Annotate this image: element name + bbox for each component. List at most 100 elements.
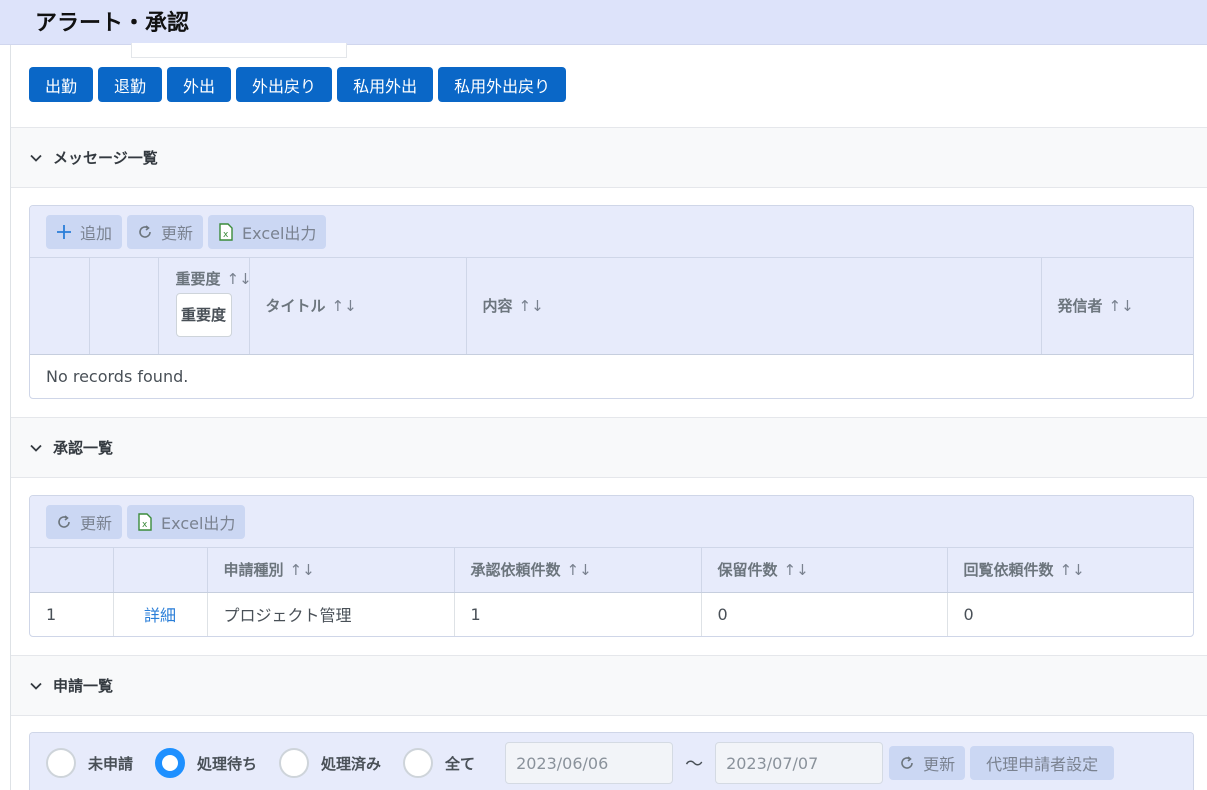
empty-message: No records found. (46, 366, 189, 386)
sort-icon[interactable]: ↑↓ (519, 297, 544, 315)
radio-all[interactable]: 全て (403, 748, 475, 778)
sort-icon[interactable]: ↑↓ (1060, 561, 1085, 579)
svg-text:x: x (223, 230, 229, 240)
sort-icon[interactable]: ↑↓ (290, 561, 315, 579)
refresh-icon (899, 755, 915, 771)
detail-column-header (113, 548, 208, 593)
radio-button[interactable] (279, 748, 310, 778)
detail-link[interactable]: 詳細 (113, 592, 208, 636)
proxy-settings-button[interactable]: 代理申請者設定 (970, 746, 1115, 780)
sort-icon[interactable]: ↑↓ (1109, 297, 1134, 315)
private-return-button[interactable]: 私用外出戻り (438, 67, 567, 102)
table-row: 1 詳細 プロジェクト管理 1 0 0 (30, 592, 1193, 636)
radio-label: 処理済み (321, 754, 382, 773)
refresh-icon (137, 224, 153, 240)
radio-processed[interactable]: 処理済み (279, 748, 381, 778)
sort-icon[interactable]: ↑↓ (227, 270, 252, 288)
approvals-section-header[interactable]: 承認一覧 (11, 417, 1207, 478)
title-header-label: タイトル (265, 297, 326, 316)
content-column-header[interactable]: 内容 ↑↓ (466, 258, 1042, 355)
add-button[interactable]: 追加 (46, 214, 123, 249)
radio-label: 未申請 (88, 754, 134, 773)
requests-column-header[interactable]: 承認依頼件数 ↑↓ (454, 548, 702, 593)
circulation-column-header[interactable]: 回覧依頼件数 ↑↓ (947, 548, 1193, 593)
radio-unsubmitted[interactable]: 未申請 (46, 748, 133, 778)
messages-excel-button[interactable]: x Excel出力 (208, 214, 327, 249)
type-header-label: 申請種別 (223, 561, 284, 580)
approvals-panel: 更新 x Excel出力 申請種別 ↑↓ 承認依頼件数 ↑↓ 保留件数 ↑↓ 回覧依頼… (29, 495, 1194, 637)
severity-column-header[interactable]: 重要度 ↑↓ 重要度 (158, 258, 252, 355)
pending-column-header[interactable]: 保留件数 ↑↓ (701, 548, 948, 593)
requests-cell: 1 (454, 592, 702, 636)
applications-panel: 未申請 処理待ち 処理済み 全て ～ 更新 代理申請者設定 (29, 732, 1194, 790)
main-content: 出勤 退勤 外出 外出戻り 私用外出 私用外出戻り メッセージ一覧 追加 更新 … (10, 43, 1207, 790)
sort-icon[interactable]: ↑↓ (784, 561, 809, 579)
type-column-header[interactable]: 申請種別 ↑↓ (207, 548, 455, 593)
date-to-input[interactable] (715, 742, 884, 784)
messages-toolbar: 追加 更新 x Excel出力 (30, 206, 1193, 258)
radio-label: 全て (445, 754, 476, 773)
type-cell: プロジェクト管理 (207, 592, 455, 636)
applications-refresh-button[interactable]: 更新 (889, 746, 966, 780)
approvals-toolbar: 更新 x Excel出力 (30, 496, 1193, 548)
punch-button-row: 出勤 退勤 外出 外出戻り 私用外出 私用外出戻り (29, 67, 571, 102)
excel-label: Excel出力 (161, 513, 236, 533)
clock-out-button[interactable]: 退勤 (98, 67, 163, 102)
messages-panel: 追加 更新 x Excel出力 重要度 ↑↓ 重要度 タイトル ↑↓ 内容 ↑↓… (29, 205, 1194, 399)
radio-button[interactable] (46, 748, 76, 778)
sort-icon[interactable]: ↑↓ (567, 561, 592, 579)
plus-icon (56, 224, 72, 240)
sort-icon[interactable]: ↑↓ (332, 297, 357, 315)
row-number: 1 (30, 592, 114, 636)
messages-section-title: メッセージ一覧 (53, 149, 158, 167)
excel-icon: x (218, 222, 234, 241)
approvals-table: 申請種別 ↑↓ 承認依頼件数 ↑↓ 保留件数 ↑↓ 回覧依頼件数 ↑↓ 1 詳細 プロジ… (30, 548, 1193, 636)
messages-section-header[interactable]: メッセージ一覧 (11, 127, 1207, 188)
pending-cell: 0 (701, 592, 948, 636)
private-out-button[interactable]: 私用外出 (337, 67, 434, 102)
circulation-header-label: 回覧依頼件数 (963, 561, 1054, 580)
refresh-label: 更新 (161, 223, 194, 243)
svg-text:x: x (142, 520, 148, 530)
applications-section-header[interactable]: 申請一覧 (11, 655, 1207, 716)
date-from-input[interactable] (505, 742, 674, 784)
sender-column-header[interactable]: 発信者 ↑↓ (1041, 258, 1193, 355)
clock-in-button[interactable]: 出勤 (29, 67, 94, 102)
title-column-header[interactable]: タイトル ↑↓ (249, 258, 467, 355)
return-button[interactable]: 外出戻り (236, 67, 333, 102)
requests-header-label: 承認依頼件数 (470, 561, 561, 580)
approvals-refresh-button[interactable]: 更新 (46, 504, 123, 539)
chevron-down-icon (30, 444, 42, 452)
applications-filter-row: 未申請 処理待ち 処理済み 全て ～ 更新 代理申請者設定 (30, 733, 1193, 790)
top-input-stub[interactable] (131, 43, 347, 58)
excel-label: Excel出力 (242, 223, 317, 243)
refresh-icon (56, 514, 72, 530)
select-column-header (30, 258, 90, 355)
excel-icon: x (137, 512, 153, 531)
chevron-down-icon (30, 154, 42, 162)
go-out-button[interactable]: 外出 (167, 67, 232, 102)
severity-header-label: 重要度 (175, 270, 221, 288)
radio-waiting[interactable]: 処理待ち (155, 748, 257, 778)
radio-button-checked[interactable] (155, 748, 186, 778)
circulation-cell: 0 (963, 604, 974, 624)
refresh-label: 更新 (923, 755, 956, 774)
refresh-label: 更新 (80, 513, 113, 533)
expand-column-header (89, 258, 159, 355)
pending-header-label: 保留件数 (717, 561, 778, 580)
chevron-down-icon (30, 682, 42, 690)
radio-button[interactable] (403, 748, 434, 778)
severity-filter-input[interactable]: 重要度 (175, 293, 232, 337)
approvals-excel-button[interactable]: x Excel出力 (127, 504, 246, 539)
approvals-section-title: 承認一覧 (53, 439, 114, 457)
header-bar: アラート・承認 (0, 0, 1207, 45)
content-header-label: 内容 (482, 297, 513, 316)
radio-label: 処理待ち (197, 754, 258, 773)
messages-refresh-button[interactable]: 更新 (127, 214, 204, 249)
page-title: アラート・承認 (35, 11, 190, 36)
date-range-separator: ～ (685, 754, 704, 775)
add-label: 追加 (80, 223, 113, 243)
sender-header-label: 発信者 (1057, 297, 1103, 316)
applications-section-title: 申請一覧 (53, 677, 114, 695)
messages-table: 重要度 ↑↓ 重要度 タイトル ↑↓ 内容 ↑↓ 発信者 ↑↓ No records f… (30, 258, 1193, 398)
